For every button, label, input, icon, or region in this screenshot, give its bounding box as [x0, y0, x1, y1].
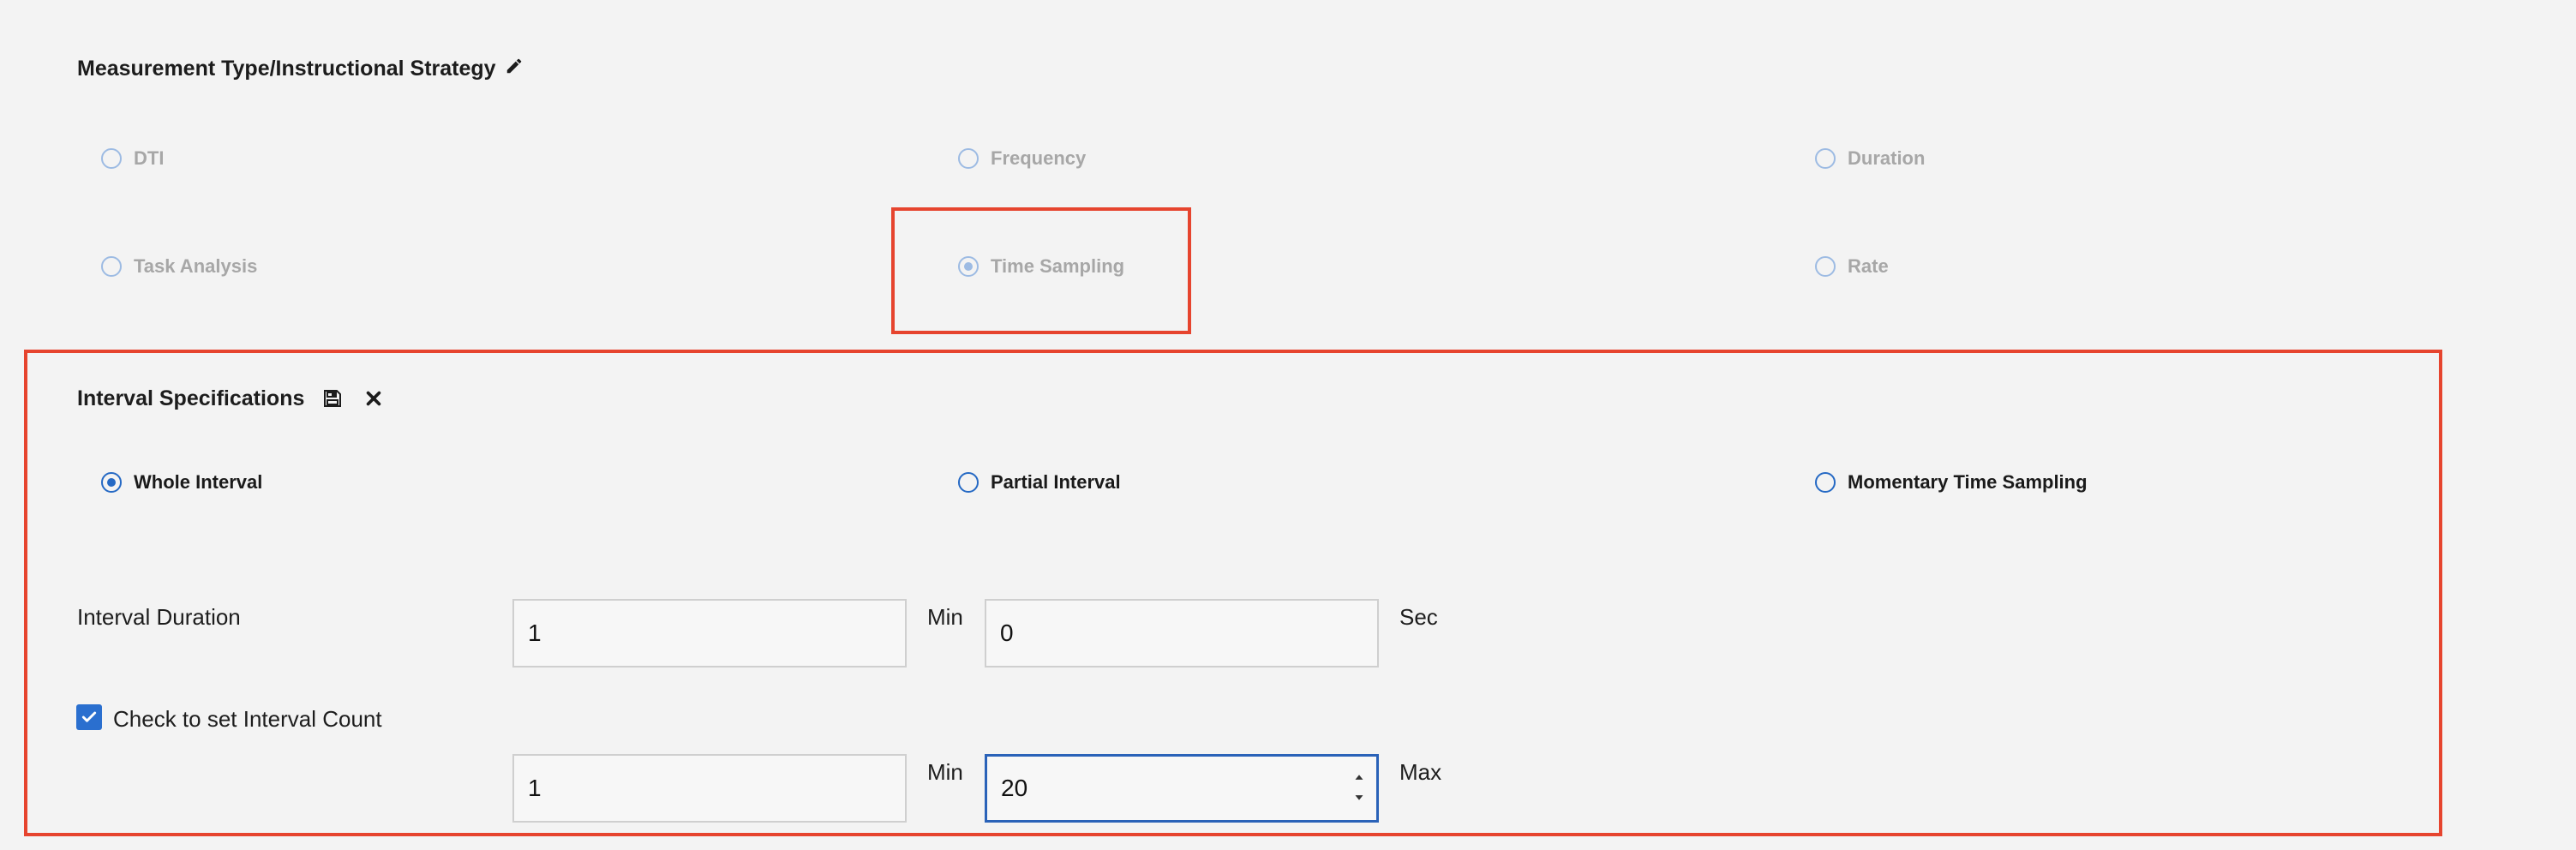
radio-rate[interactable]: Rate — [1815, 255, 1889, 278]
radio-frequency[interactable]: Frequency — [958, 147, 1086, 170]
interval-count-max-wrapper — [985, 754, 1379, 823]
interval-specifications-title-text: Interval Specifications — [77, 386, 305, 410]
radio-circle — [958, 472, 979, 493]
spinner-arrows-icon[interactable] — [1353, 773, 1365, 802]
radio-partial-interval[interactable]: Partial Interval — [958, 471, 1121, 494]
radio-circle — [101, 472, 122, 493]
measurement-type-title: Measurement Type/Instructional Strategy — [77, 57, 524, 81]
highlight-box-time-sampling — [891, 207, 1191, 334]
count-max-unit: Max — [1399, 759, 1442, 785]
interval-specifications-title: Interval Specifications — [77, 386, 386, 411]
interval-count-max-input[interactable] — [985, 754, 1379, 823]
pencil-icon[interactable] — [505, 57, 524, 81]
radio-label: DTI — [134, 147, 165, 169]
radio-circle — [1815, 148, 1836, 169]
checkmark-icon — [81, 711, 97, 722]
duration-sec-unit: Sec — [1399, 604, 1438, 630]
radio-circle — [101, 148, 122, 169]
radio-circle — [1815, 256, 1836, 277]
radio-label: Momentary Time Sampling — [1848, 471, 2088, 493]
radio-label: Duration — [1848, 147, 1926, 169]
duration-min-unit: Min — [927, 604, 963, 630]
interval-count-checkbox[interactable] — [76, 704, 102, 730]
radio-duration[interactable]: Duration — [1815, 147, 1925, 170]
interval-duration-sec-input[interactable] — [985, 599, 1379, 667]
radio-label: Task Analysis — [134, 255, 258, 277]
radio-task-analysis[interactable]: Task Analysis — [101, 255, 257, 278]
floppy-disk-icon[interactable] — [320, 386, 345, 411]
radio-label: Whole Interval — [134, 471, 263, 493]
radio-whole-interval[interactable]: Whole Interval — [101, 471, 262, 494]
radio-dti[interactable]: DTI — [101, 147, 164, 170]
measurement-type-title-text: Measurement Type/Instructional Strategy — [77, 57, 496, 81]
radio-circle — [958, 148, 979, 169]
interval-count-min-input[interactable] — [512, 754, 907, 823]
radio-label: Rate — [1848, 255, 1889, 277]
radio-momentary-time-sampling[interactable]: Momentary Time Sampling — [1815, 471, 2088, 494]
radio-circle — [1815, 472, 1836, 493]
radio-circle — [101, 256, 122, 277]
radio-label: Frequency — [991, 147, 1087, 169]
interval-count-checkbox-label: Check to set Interval Count — [113, 706, 382, 732]
interval-duration-label: Interval Duration — [77, 604, 241, 630]
radio-label: Partial Interval — [991, 471, 1121, 493]
count-min-unit: Min — [927, 759, 963, 785]
close-icon[interactable] — [361, 386, 386, 411]
interval-duration-min-input[interactable] — [512, 599, 907, 667]
